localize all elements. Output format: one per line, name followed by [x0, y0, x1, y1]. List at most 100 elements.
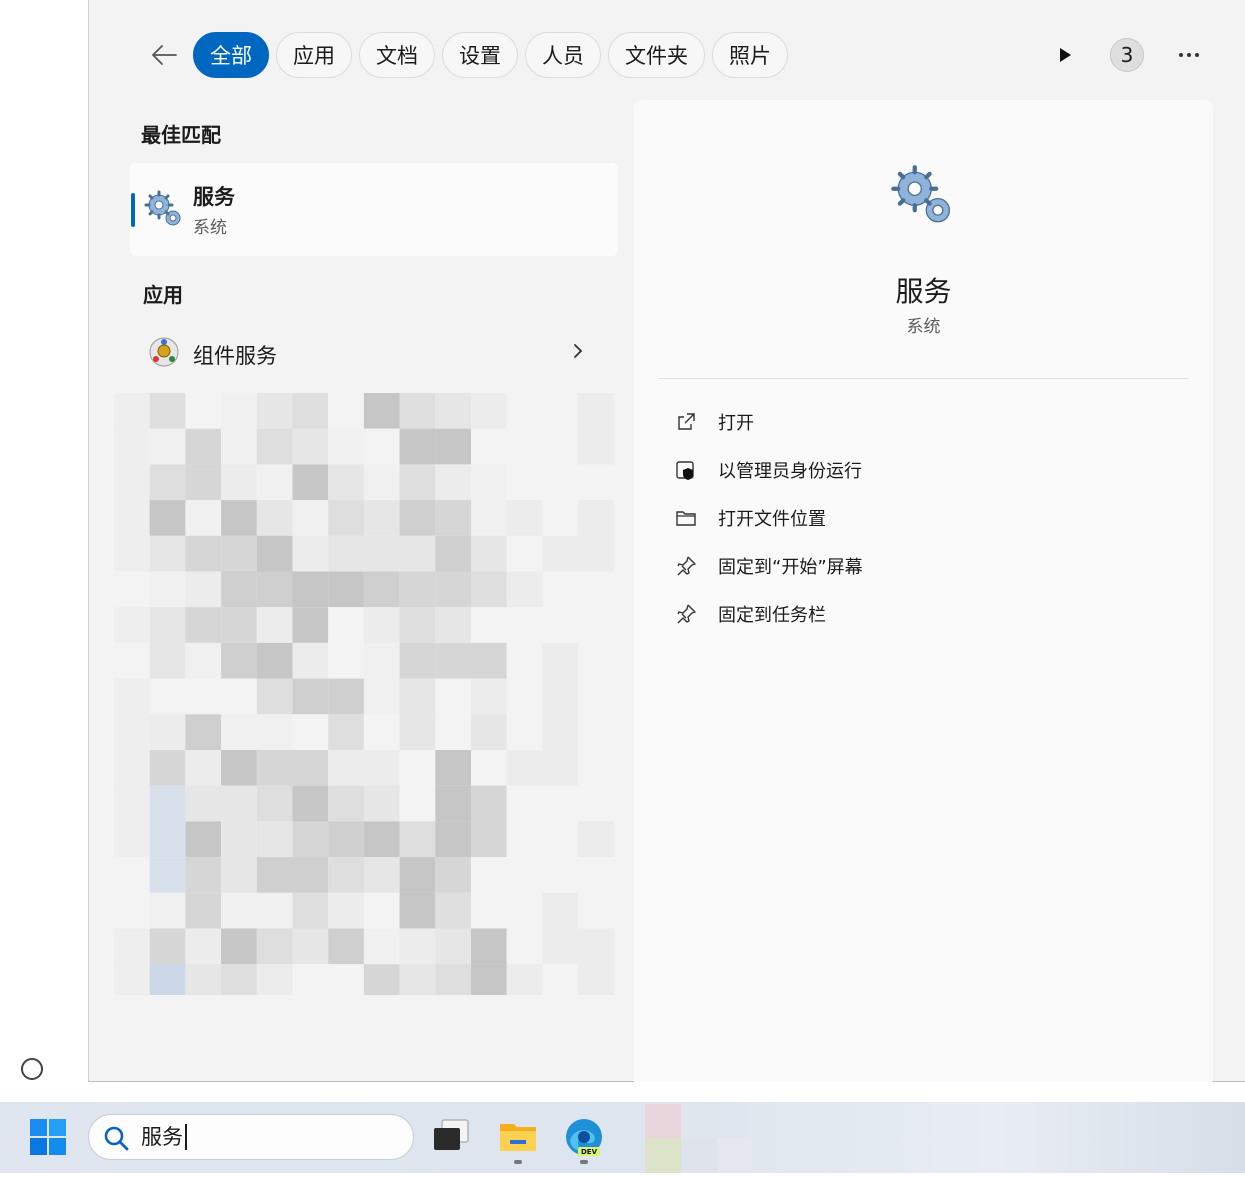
rewards-button[interactable]: 3	[1107, 35, 1147, 75]
blurred-results	[114, 393, 614, 1000]
filter-tab-folders[interactable]: 文件夹	[608, 32, 705, 78]
blur-tile	[399, 678, 436, 715]
blur-tile	[471, 535, 507, 572]
blur-tile	[471, 928, 507, 965]
component-services-icon	[148, 336, 180, 372]
blur-tile	[542, 678, 579, 715]
blur-tile	[542, 607, 579, 643]
blur-tile	[578, 607, 614, 643]
back-button[interactable]	[141, 32, 187, 78]
start-button[interactable]	[30, 1119, 66, 1159]
blur-tile	[114, 393, 150, 429]
blur-tile	[292, 500, 329, 536]
blur-tile	[435, 678, 471, 715]
blur-tile	[149, 892, 186, 929]
blur-tile	[578, 535, 614, 572]
action-label: 固定到“开始”屏幕	[718, 557, 863, 578]
edge-dev-button[interactable]: DEV	[564, 1117, 604, 1161]
running-indicator	[580, 1160, 588, 1164]
file-explorer-button[interactable]	[498, 1120, 538, 1158]
blur-tile	[399, 928, 436, 965]
blur-tile	[149, 464, 186, 501]
more-options-button[interactable]	[1169, 35, 1209, 75]
blur-tile	[435, 928, 471, 965]
task-view-button[interactable]	[432, 1118, 470, 1158]
action-open-file-location[interactable]: 打开文件位置	[674, 500, 826, 536]
filter-tab-photos[interactable]: 照片	[712, 32, 788, 78]
blur-tile	[149, 714, 186, 750]
blur-tile	[506, 821, 543, 858]
more-filters-button[interactable]	[1045, 35, 1085, 75]
best-match-heading: 最佳匹配	[141, 123, 221, 147]
filter-tab-documents[interactable]: 文档	[359, 32, 435, 78]
windows-logo-icon	[30, 1119, 66, 1155]
blur-tile	[292, 892, 329, 929]
running-indicator	[514, 1160, 522, 1164]
blur-tile	[292, 607, 329, 643]
filter-tab-apps[interactable]: 应用	[276, 32, 352, 78]
blur-tile	[435, 714, 471, 750]
app-item-component-services[interactable]: 组件服务	[130, 322, 618, 382]
blur-tile	[578, 464, 614, 501]
blur-tile	[506, 607, 543, 643]
blur-tile	[435, 428, 471, 465]
blur-tile	[363, 571, 400, 608]
blur-tile	[542, 714, 579, 750]
blur-tile	[149, 750, 186, 786]
search-input[interactable]: 服务	[141, 1124, 187, 1150]
blur-tile	[221, 714, 257, 750]
action-label: 固定到任务栏	[718, 605, 826, 626]
action-pin-to-start[interactable]: 固定到“开始”屏幕	[674, 548, 863, 584]
filter-tab-all[interactable]: 全部	[193, 32, 269, 78]
blur-tile	[399, 393, 436, 429]
filter-tab-settings[interactable]: 设置	[442, 32, 518, 78]
blur-tile	[578, 714, 614, 750]
taskbar-search[interactable]: 服务	[88, 1114, 414, 1160]
circle-icon[interactable]	[21, 1058, 43, 1080]
blur-tile	[149, 821, 186, 858]
action-run-as-admin[interactable]: 以管理员身份运行	[674, 452, 862, 488]
blurred-taskbar-apps	[645, 1104, 755, 1177]
chevron-right-icon[interactable]	[572, 341, 584, 365]
blur-tile	[506, 714, 543, 750]
blur-tile	[399, 892, 436, 929]
blur-tile	[328, 607, 364, 643]
pin-icon	[674, 554, 698, 578]
blur-tile	[435, 892, 471, 929]
action-open[interactable]: 打开	[674, 404, 754, 440]
blur-tile	[221, 464, 257, 501]
blur-tile	[471, 464, 507, 501]
action-pin-to-taskbar[interactable]: 固定到任务栏	[674, 596, 826, 632]
apps-heading: 应用	[143, 283, 183, 307]
blur-tile	[149, 393, 186, 429]
best-match-item[interactable]: 服务 系统	[130, 163, 618, 256]
blur-tile	[114, 714, 150, 750]
blur-tile	[114, 607, 150, 643]
blur-tile	[363, 964, 400, 1000]
gears-icon	[144, 190, 184, 234]
taskbar: 服务 DEV	[0, 1102, 1245, 1173]
blur-tile	[114, 678, 150, 715]
detail-title: 服务	[895, 275, 952, 308]
blur-tile	[578, 678, 614, 715]
blur-tile	[471, 750, 507, 786]
blur-tile	[435, 964, 471, 1000]
blur-tile	[185, 571, 222, 608]
blur-tile	[256, 750, 293, 786]
blur-tile	[221, 785, 257, 822]
blur-tile	[542, 785, 579, 822]
blur-tile	[114, 964, 150, 1000]
blur-tile	[292, 571, 329, 608]
blur-tile	[328, 428, 364, 465]
blur-tile	[363, 892, 400, 929]
blur-tile	[328, 393, 364, 429]
blur-tile	[435, 571, 471, 608]
blur-tile	[114, 464, 150, 501]
filter-tab-people[interactable]: 人员	[525, 32, 601, 78]
blur-tile	[506, 857, 543, 893]
blur-tile	[114, 750, 150, 786]
blur-tile	[506, 535, 543, 572]
blur-tile	[185, 892, 222, 929]
blur-tile	[506, 642, 543, 679]
blur-tile	[506, 785, 543, 822]
